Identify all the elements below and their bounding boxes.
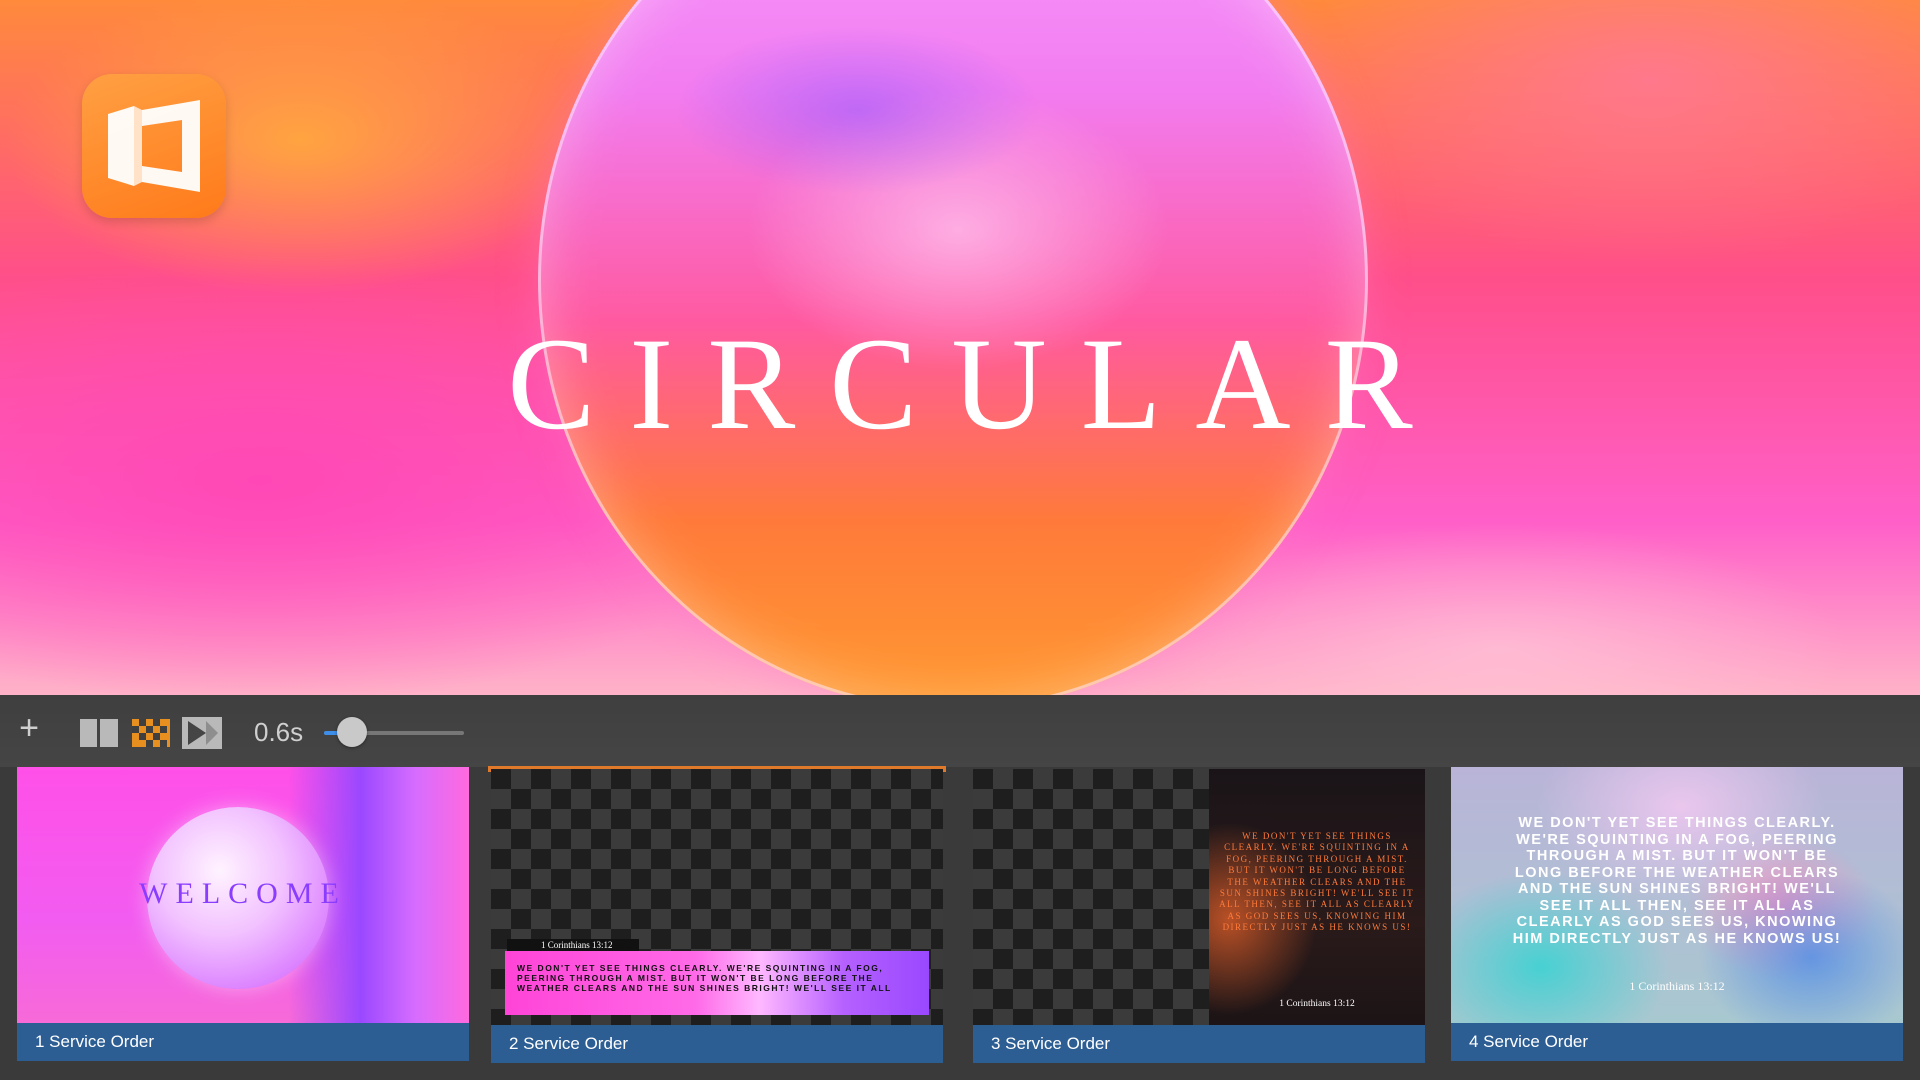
app-logo-icon (82, 74, 226, 218)
transition-dissolve-icon (132, 719, 170, 747)
plus-icon: + (19, 709, 39, 747)
slide-3-caption: 3 Service Order (973, 1025, 1425, 1063)
transition-speed-label: 0.6s (254, 717, 304, 747)
slide-1-preview: WELCOME (17, 767, 469, 1023)
slide-3-text-panel: WE DON'T YET SEE THINGS CLEARLY. WE'RE S… (1209, 769, 1425, 1025)
speed-slider-knob[interactable] (337, 717, 367, 747)
preview-title: CIRCULAR (507, 310, 1447, 457)
slide-1-title: WELCOME (139, 877, 347, 910)
slide-2-reference: 1 Corinthians 13:12 (507, 939, 639, 951)
layout-button[interactable] (80, 719, 118, 747)
slide-4-caption: 4 Service Order (1451, 1023, 1903, 1061)
transition-speed-slider[interactable] (324, 717, 464, 747)
next-slide-icon (182, 717, 222, 749)
layout-columns-icon (80, 719, 118, 747)
slide-2-preview: 1 Corinthians 13:12 WE DON'T YET SEE THI… (491, 769, 943, 1025)
slide-1-caption: 1 Service Order (17, 1023, 469, 1061)
slide-4-preview: WE DON'T YET SEE THINGS CLEARLY. WE'RE S… (1451, 767, 1903, 1023)
next-slide-button[interactable] (182, 717, 222, 749)
slide-toolbar: + 0.6s (0, 695, 1920, 767)
slide-4-reference: 1 Corinthians 13:12 (1629, 979, 1725, 993)
slide-3-reference: 1 Corinthians 13:12 (1279, 999, 1355, 1009)
slide-2-text: WE DON'T YET SEE THINGS CLEARLY. WE'RE S… (517, 963, 892, 993)
add-slide-button[interactable]: + (14, 711, 44, 745)
slide-strip: WELCOME 1 Service Order 1 Corinthians 13… (0, 767, 1920, 1080)
slide-preview: CIRCULAR (0, 0, 1920, 695)
slide-3-text: WE DON'T YET SEE THINGS CLEARLY. WE'RE S… (1219, 831, 1415, 933)
transition-button[interactable] (132, 719, 170, 747)
slide-2-lower-third: WE DON'T YET SEE THINGS CLEARLY. WE'RE S… (505, 951, 929, 1015)
slide-3-preview: WE DON'T YET SEE THINGS CLEARLY. WE'RE S… (973, 769, 1425, 1025)
slide-2-caption: 2 Service Order (491, 1025, 943, 1063)
slide-4-text: WE DON'T YET SEE THINGS CLEARLY. WE'RE S… (1512, 815, 1842, 947)
